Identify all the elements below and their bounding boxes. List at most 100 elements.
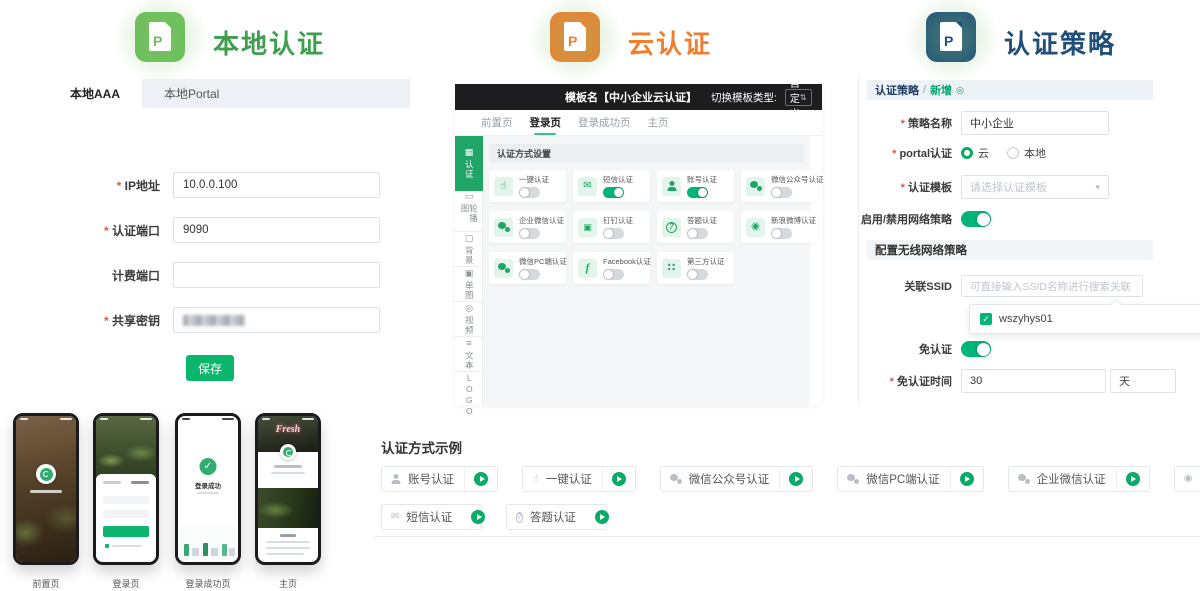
sidebar-item-logo[interactable]: ☆LOGO [455, 372, 483, 405]
success-check-icon [200, 458, 217, 475]
phone-caption: 登录成功页 [175, 577, 241, 590]
play-icon[interactable] [960, 472, 974, 486]
aisle-photo [258, 488, 318, 528]
page-tabs: 前置页 登录页 登录成功页 主页 [455, 110, 822, 136]
sms-icon [391, 512, 399, 522]
free-auth-time-input[interactable]: 30 [961, 369, 1106, 393]
method-card-third-party: 第三方认证 [657, 252, 734, 284]
tab-local-portal[interactable]: 本地Portal [142, 79, 241, 108]
ssid-label: 关联SSID [859, 278, 961, 294]
wifi-logo-badge [36, 464, 56, 484]
network-policy-toggle-row: 启用/禁用网络策略 [859, 211, 991, 227]
tab-home-page[interactable]: 主页 [648, 110, 669, 136]
radio-local[interactable]: 本地 [1007, 145, 1046, 161]
portal-auth-row: portal认证 云 本地 [859, 145, 1046, 161]
third-party-icon [662, 259, 681, 278]
ip-input[interactable]: 10.0.0.100 [173, 172, 380, 198]
phone-preview-login-page [93, 413, 159, 565]
wechat-pc-toggle[interactable] [519, 269, 540, 280]
free-auth-time-row: 免认证时间 30 天 [859, 369, 1176, 393]
shared-key-label: 共享密钥 [48, 312, 173, 329]
play-icon[interactable] [1126, 472, 1140, 486]
play-icon[interactable] [612, 472, 626, 486]
one-tap-toggle[interactable] [519, 187, 540, 198]
example-wecom-auth[interactable]: 企业微信认证 [1008, 466, 1150, 492]
method-card-facebook: Facebook认证 [573, 252, 650, 284]
wecom-icon [1018, 474, 1030, 484]
shared-key-input[interactable] [173, 307, 380, 333]
checkbox-checked-icon[interactable] [980, 313, 992, 325]
dingtalk-toggle[interactable] [603, 228, 624, 239]
tab-login-success-page[interactable]: 登录成功页 [578, 110, 631, 136]
switch-type-label: 切换模板类型: [711, 90, 777, 105]
ssid-option[interactable]: wszyhys01 [970, 305, 1200, 333]
breadcrumb-root[interactable]: 认证策略 [875, 82, 919, 98]
policy-name-input[interactable]: 中小企业 [961, 111, 1109, 135]
ssid-search-input[interactable]: 可直接输入SSID名称进行搜索关联 [961, 275, 1143, 297]
example-quiz-auth[interactable]: 答题认证 [506, 504, 607, 530]
sms-toggle[interactable] [603, 187, 624, 198]
acct-port-input[interactable] [173, 262, 380, 288]
form-row-auth-port: 认证端口 9090 [48, 217, 380, 243]
facebook-toggle[interactable] [603, 269, 624, 280]
method-card-weibo: 新浪微博认证 [741, 211, 818, 243]
network-policy-toggle[interactable] [961, 211, 991, 227]
example-wechat-official-auth[interactable]: 微信公众号认证 [660, 466, 814, 492]
third-party-toggle[interactable] [687, 269, 708, 280]
radio-cloud[interactable]: 云 [961, 145, 989, 161]
play-icon[interactable] [789, 472, 803, 486]
auth-template-row: 认证模板 请选择认证模板▾ [859, 175, 1109, 199]
weibo-icon [1184, 474, 1193, 484]
time-unit-select[interactable]: 天 [1110, 369, 1176, 393]
auth-method-cards: 一键认证 短信认证 账号认证 微信公众号 [489, 170, 818, 284]
account-icon [662, 177, 681, 196]
page: P 本地认证 P 云认证 P 认证策略 本地AAA 本地Portal IP地址 … [0, 0, 1200, 591]
sidebar-item-video[interactable]: ◎视频 [455, 302, 483, 337]
account-icon [391, 474, 401, 484]
quiz-icon [662, 218, 681, 237]
tab-login-page[interactable]: 登录页 [530, 110, 562, 136]
form-row-shared-key: 共享密钥 [48, 307, 380, 333]
local-auth-panel: 本地AAA 本地Portal IP地址 10.0.0.100 认证端口 9090… [48, 75, 410, 405]
policy-name-label: 策略名称 [859, 115, 961, 131]
editor-content: 认证方式设置 一键认证 短信认证 账号认证 [483, 136, 810, 405]
wechat-icon [670, 474, 682, 484]
section-divider [375, 536, 1200, 537]
play-icon[interactable] [595, 510, 609, 524]
wireless-policy-section-title: 配置无线网络策略 [867, 240, 1153, 260]
auth-template-select[interactable]: 请选择认证模板▾ [961, 175, 1109, 199]
sidebar-item-single-image[interactable]: ▣单图 [455, 267, 483, 302]
template-type-select[interactable]: 自定义⇅ [785, 89, 812, 106]
examples-row-1: 账号认证 一键认证 微信公众号认证 微信PC端认证 企业微信认证 新浪微博认证 [381, 466, 1200, 492]
people-illustration [178, 524, 238, 562]
login-button-mock [103, 526, 149, 537]
save-button[interactable]: 保存 [186, 355, 234, 381]
free-auth-time-label: 免认证时间 [859, 373, 961, 389]
free-auth-toggle[interactable] [961, 341, 991, 357]
policy-app-icon: P [926, 12, 976, 62]
sidebar-item-background[interactable]: ▢背景 [455, 232, 483, 267]
play-icon[interactable] [474, 472, 488, 486]
preview-button[interactable]: 预览 [828, 81, 839, 113]
example-one-tap-auth[interactable]: 一键认证 [522, 466, 636, 492]
wechat-official-toggle[interactable] [771, 187, 792, 198]
account-toggle[interactable] [687, 187, 708, 198]
weibo-toggle[interactable] [771, 228, 792, 239]
login-card [96, 474, 156, 562]
auth-methods-section-title: 认证方式设置 [489, 144, 804, 162]
password-field-mock [103, 510, 149, 518]
auth-port-input[interactable]: 9090 [173, 217, 380, 243]
example-wechat-pc-auth[interactable]: 微信PC端认证 [837, 466, 983, 492]
template-name: 模板名【中小企业云认证】 [565, 89, 697, 105]
sidebar-item-auth[interactable]: ▦认证 [455, 136, 483, 192]
example-weibo-auth[interactable]: 新浪微博认证 [1174, 466, 1200, 492]
tab-front-page[interactable]: 前置页 [481, 110, 513, 136]
example-account-auth[interactable]: 账号认证 [381, 466, 498, 492]
quiz-toggle[interactable] [687, 228, 708, 239]
wecom-toggle[interactable] [519, 228, 540, 239]
sidebar-item-carousel[interactable]: ▭轮播图 [455, 192, 483, 232]
play-icon[interactable] [471, 510, 485, 524]
tab-local-aaa[interactable]: 本地AAA [48, 79, 142, 108]
grid-icon: ▦ [465, 148, 474, 157]
example-sms-auth[interactable]: 短信认证 [381, 504, 482, 530]
